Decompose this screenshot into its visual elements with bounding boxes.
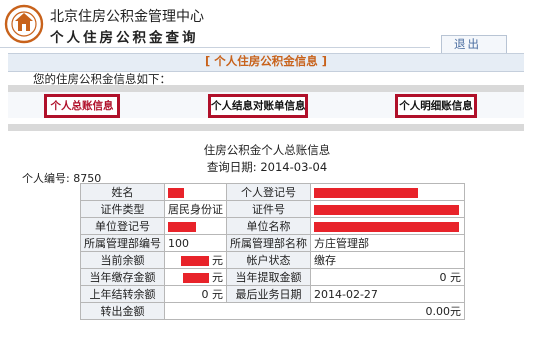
id-type-label: 证件类型 bbox=[80, 200, 165, 218]
redaction-mark bbox=[168, 221, 196, 232]
table-row: 转出金额 0.00元 bbox=[80, 302, 465, 320]
tab-transaction-details[interactable]: 个人明细账信息 bbox=[395, 94, 477, 118]
table-row: 所属管理部编号 100 所属管理部名称 方庄管理部 bbox=[80, 234, 465, 252]
id-no-value bbox=[310, 200, 465, 218]
account-info-table: 姓名 个人登记号 证件类型 居民身份证 证件号 单位登记号 单位名称 所属管理部… bbox=[80, 183, 465, 320]
balance-value: 元 bbox=[164, 251, 227, 269]
unit-reg-label: 单位登记号 bbox=[80, 217, 165, 235]
dept-no-label: 所属管理部编号 bbox=[80, 234, 165, 252]
system-subtitle: 个人住房公积金查询 bbox=[50, 30, 199, 46]
dept-name-value: 方庄管理部 bbox=[310, 234, 465, 252]
reg-no-value bbox=[310, 183, 465, 201]
name-label: 姓名 bbox=[80, 183, 165, 201]
last-date-value: 2014-02-27 bbox=[310, 285, 465, 303]
transfer-value: 0.00元 bbox=[164, 302, 465, 320]
year-deposit-label: 当年缴存金额 bbox=[80, 268, 165, 286]
redaction-mark bbox=[314, 187, 418, 198]
table-row: 单位登记号 单位名称 bbox=[80, 217, 465, 235]
last-interest-label: 上年结转余额 bbox=[80, 285, 165, 303]
year-deposit-unit: 元 bbox=[212, 271, 223, 284]
status-label: 帐户状态 bbox=[226, 251, 311, 269]
redaction-mark bbox=[314, 204, 459, 215]
tab-interest-statement[interactable]: 个人结息对账单信息 bbox=[208, 94, 308, 118]
table-row: 证件类型 居民身份证 证件号 bbox=[80, 200, 465, 218]
header-divider bbox=[0, 47, 430, 48]
year-withdraw-value: 0 元 bbox=[310, 268, 465, 286]
logout-link[interactable]: 退出 bbox=[454, 36, 481, 52]
status-value: 缴存 bbox=[310, 251, 465, 269]
table-row: 上年结转余额 0 元 最后业务日期 2014-02-27 bbox=[80, 285, 465, 303]
year-deposit-value: 元 bbox=[164, 268, 227, 286]
balance-unit: 元 bbox=[212, 254, 223, 267]
summary-title: 住房公积金个人总账信息 bbox=[203, 143, 331, 157]
table-row: 当年缴存金额 元 当年提取金额 0 元 bbox=[80, 268, 465, 286]
redaction-mark bbox=[168, 187, 184, 198]
name-value bbox=[164, 183, 227, 201]
redaction-mark bbox=[180, 256, 209, 266]
divider-bar-bottom bbox=[8, 124, 524, 131]
dept-name-label: 所属管理部名称 bbox=[226, 234, 311, 252]
unit-name-value bbox=[310, 217, 465, 235]
reg-no-label: 个人登记号 bbox=[226, 183, 311, 201]
redaction-mark bbox=[314, 221, 459, 232]
last-date-label: 最后业务日期 bbox=[226, 285, 311, 303]
housing-fund-logo-icon bbox=[4, 4, 44, 44]
id-no-label: 证件号 bbox=[226, 200, 311, 218]
section-title: [ 个人住房公积金信息 ] bbox=[204, 54, 328, 68]
table-row: 当前余额 元 帐户状态 缴存 bbox=[80, 251, 465, 269]
redaction-mark bbox=[182, 273, 209, 283]
balance-label: 当前余额 bbox=[80, 251, 165, 269]
center-title: 北京住房公积金管理中心 bbox=[50, 9, 204, 25]
table-row: 姓名 个人登记号 bbox=[80, 183, 465, 201]
divider-bar-top bbox=[8, 85, 524, 92]
last-interest-value: 0 元 bbox=[164, 285, 227, 303]
transfer-label: 转出金额 bbox=[80, 302, 165, 320]
unit-reg-value bbox=[164, 217, 227, 235]
unit-name-label: 单位名称 bbox=[226, 217, 311, 235]
id-type-value: 居民身份证 bbox=[164, 200, 227, 218]
tab-account-summary[interactable]: 个人总账信息 bbox=[44, 94, 120, 118]
page-header: 北京住房公积金管理中心 个人住房公积金查询 退出 bbox=[0, 0, 534, 54]
year-withdraw-label: 当年提取金额 bbox=[226, 268, 311, 286]
dept-no-value: 100 bbox=[164, 234, 227, 252]
